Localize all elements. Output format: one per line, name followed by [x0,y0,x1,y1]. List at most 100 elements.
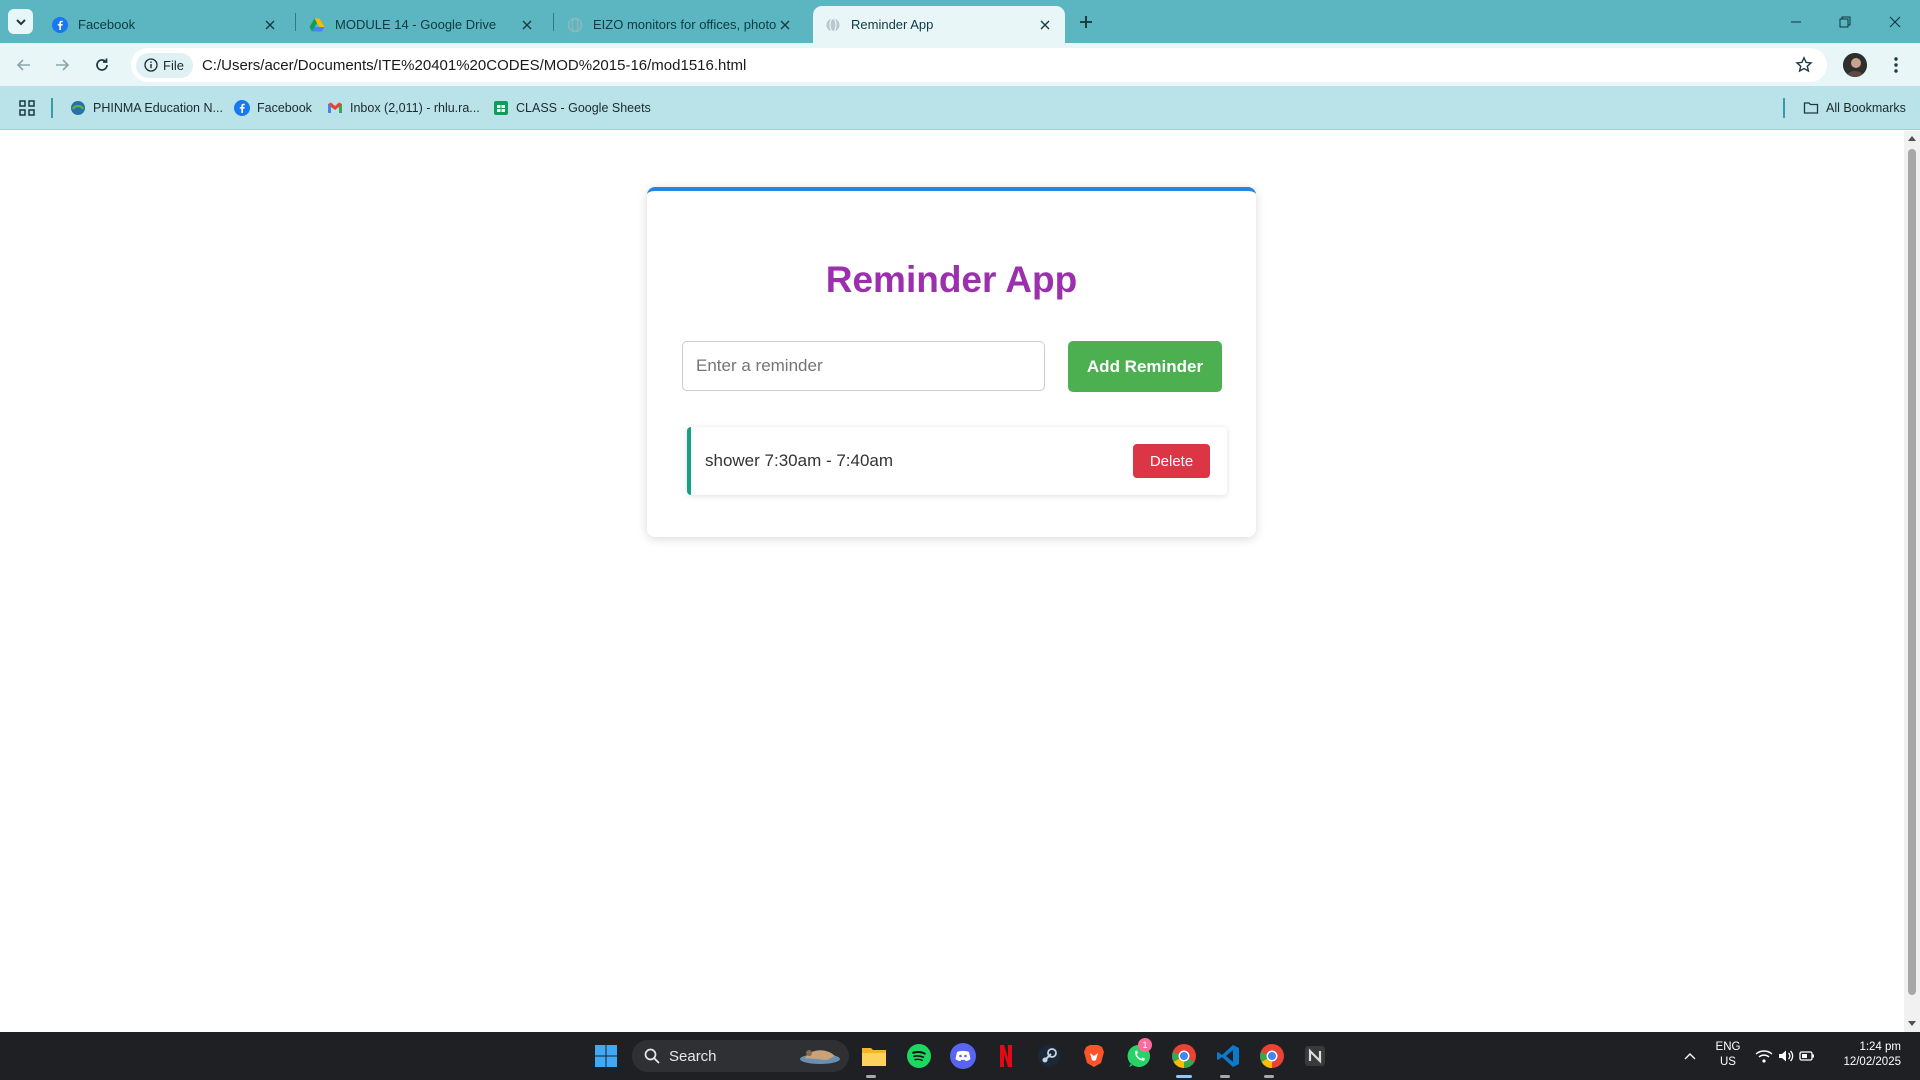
apps-grid-icon [19,100,35,116]
globe-icon [567,17,583,32]
taskbar-notion[interactable] [1301,1042,1329,1070]
taskbar-steam[interactable] [1035,1042,1063,1070]
steam-icon [1038,1045,1060,1067]
page-scrollbar[interactable] [1904,131,1920,1032]
minimize-button[interactable] [1771,0,1821,43]
taskbar-chrome[interactable] [1170,1042,1198,1070]
close-window-button[interactable] [1870,0,1920,43]
taskbar-vscode[interactable] [1214,1042,1242,1070]
chrome-icon [1172,1044,1196,1068]
taskbar-chrome-alt[interactable] [1258,1042,1286,1070]
bookmark-label: Inbox (2,011) - rhlu.ra... [350,101,480,115]
apps-grid-button[interactable] [19,97,35,119]
reminder-input[interactable] [682,341,1045,391]
language-indicator[interactable]: ENG US [1715,1040,1741,1070]
page-title: Reminder App [825,259,1078,300]
tab-search-button[interactable] [8,9,33,34]
start-button[interactable] [592,1042,620,1070]
chevron-down-icon [15,18,26,25]
all-bookmarks-button[interactable]: All Bookmarks [1803,97,1906,119]
system-status-button[interactable] [1752,1042,1818,1070]
spotify-icon [907,1044,931,1068]
arrow-left-icon [16,59,30,71]
bookmarks-bar: PHINMA Education N... Facebook Inbox (2,… [0,86,1920,130]
tab-google-drive[interactable]: MODULE 14 - Google Drive [297,6,547,43]
notification-badge: 1 [1138,1038,1152,1052]
reminder-card: Reminder App Add Reminder shower 7:30am … [647,187,1256,537]
bookmark-label: Facebook [257,101,312,115]
forward-button[interactable] [48,51,76,79]
windows-taskbar: Search 1 ENG US 1:24 pm 12/02/2025 [0,1032,1920,1080]
scroll-down-icon[interactable] [1908,1021,1916,1027]
tab-title: Reminder App [851,17,934,32]
search-highlight-icon [800,1050,840,1064]
gmail-icon [328,102,342,113]
windows-start-icon [595,1045,617,1067]
wifi-icon [1755,1050,1773,1063]
browser-menu-button[interactable] [1886,53,1906,77]
taskbar-file-explorer[interactable] [860,1042,888,1070]
restore-button[interactable] [1820,0,1870,43]
bookmark-facebook[interactable]: Facebook [234,97,312,119]
address-bar[interactable]: File C:/Users/acer/Documents/ITE%20401%2… [131,48,1827,82]
taskbar-brave[interactable] [1080,1042,1108,1070]
add-reminder-button[interactable]: Add Reminder [1068,341,1222,392]
more-vertical-icon [1894,57,1898,73]
tab-reminder-app[interactable]: Reminder App [813,6,1065,43]
close-icon[interactable] [777,17,793,33]
close-icon[interactable] [519,17,535,33]
bookmark-gmail[interactable]: Inbox (2,011) - rhlu.ra... [327,97,480,119]
close-icon[interactable] [1037,17,1053,33]
facebook-icon [234,100,250,116]
taskbar-netflix[interactable] [992,1042,1020,1070]
new-tab-button[interactable] [1073,9,1099,35]
chevron-up-icon [1684,1053,1696,1060]
scroll-thumb[interactable] [1908,149,1916,995]
taskbar-discord[interactable] [949,1042,977,1070]
discord-icon [950,1043,976,1069]
site-info-label: File [163,57,184,73]
url-text: C:/Users/acer/Documents/ITE%20401%20CODE… [201,56,747,74]
tab-title: MODULE 14 - Google Drive [335,17,497,32]
tab-title: Facebook [78,17,136,32]
bookmark-class-sheets[interactable]: CLASS - Google Sheets [493,97,651,119]
reminder-text: shower 7:30am - 7:40am [705,451,894,470]
delete-button[interactable]: Delete [1133,444,1210,478]
profile-avatar[interactable] [1843,53,1867,77]
phinma-icon [71,101,85,115]
netflix-icon [1000,1045,1012,1067]
date-label: 12/02/2025 [1843,1056,1901,1068]
site-info-chip[interactable]: File [136,52,193,78]
arrow-right-icon [56,59,70,71]
list-item: shower 7:30am - 7:40am Delete [687,427,1227,495]
clock[interactable]: 1:24 pm 12/02/2025 [1835,1040,1901,1070]
show-hidden-icons-button[interactable] [1676,1042,1704,1070]
brave-icon [1084,1045,1104,1067]
all-bookmarks-label: All Bookmarks [1826,101,1906,115]
tab-eizo[interactable]: EIZO monitors for offices, photos a [555,6,805,43]
sheets-icon [494,101,508,115]
google-drive-icon [309,18,325,31]
taskbar-search[interactable]: Search [632,1040,849,1072]
region-label: US [1720,1056,1736,1068]
time-label: 1:24 pm [1859,1041,1901,1053]
back-button[interactable] [10,51,38,79]
close-icon[interactable] [262,17,278,33]
tab-title: EIZO monitors for offices, photos a [593,17,777,32]
restore-icon [1839,16,1851,27]
scroll-up-icon[interactable] [1908,135,1916,141]
tab-divider [295,13,296,31]
taskbar-spotify[interactable] [905,1042,933,1070]
tab-facebook[interactable]: Facebook [40,6,290,43]
bookmark-phinma[interactable]: PHINMA Education N... [70,97,223,119]
running-indicator [1264,1075,1274,1078]
bookmark-star-icon[interactable] [1795,56,1813,79]
volume-icon [1779,1050,1794,1062]
reload-button[interactable] [88,51,116,79]
browser-toolbar: File C:/Users/acer/Documents/ITE%20401%2… [0,43,1920,86]
tab-strip: Facebook MODULE 14 - Google Drive EIZO m… [0,0,1920,43]
running-indicator [866,1075,876,1078]
minimize-icon [1791,21,1801,22]
search-icon [644,1048,660,1064]
file-explorer-icon [862,1048,886,1066]
